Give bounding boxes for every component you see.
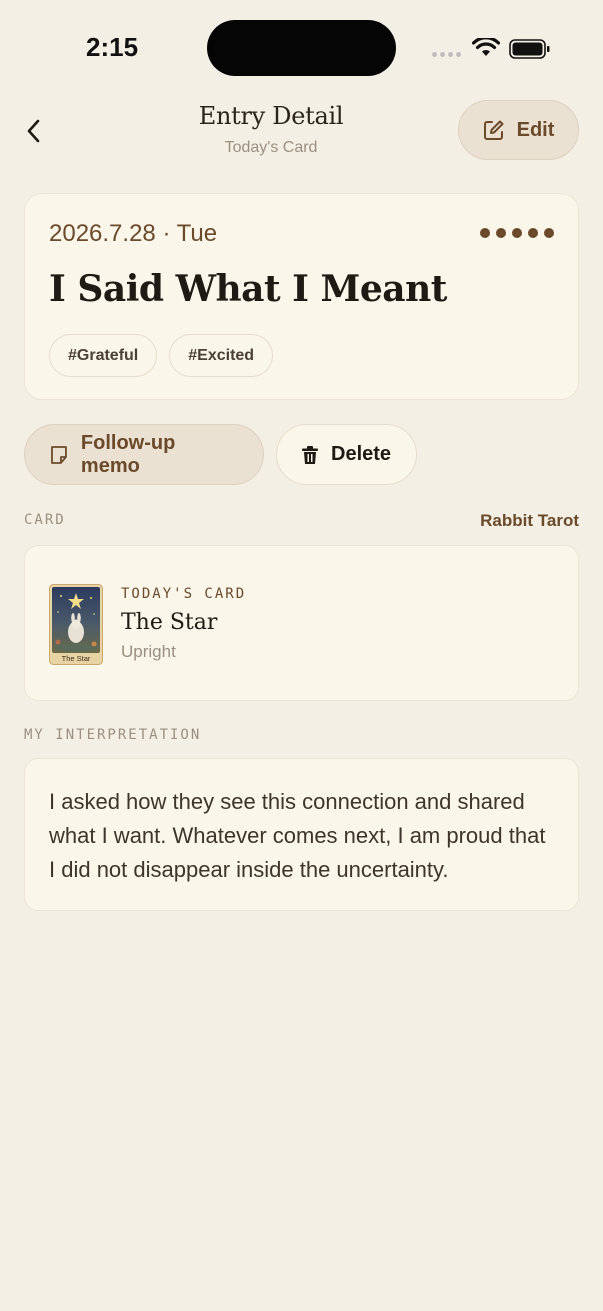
rating-dot xyxy=(528,228,538,238)
page-title: Entry Detail xyxy=(198,102,344,130)
rating-dot xyxy=(544,228,554,238)
delete-button[interactable]: Delete xyxy=(276,424,417,485)
rating-dot xyxy=(512,228,522,238)
edit-label: Edit xyxy=(516,118,555,141)
page-subtitle: Today's Card xyxy=(224,139,318,156)
edit-button[interactable]: Edit xyxy=(458,100,579,160)
tag-grateful[interactable]: #Grateful xyxy=(49,334,158,377)
card-orientation: Upright xyxy=(121,642,176,661)
card-section-label: CARD xyxy=(24,512,66,528)
dynamic-island xyxy=(207,20,396,76)
card-kicker: TODAY'S CARD xyxy=(121,586,247,602)
rating-dot xyxy=(480,228,490,238)
tarot-card-thumbnail xyxy=(49,584,103,665)
status-time: 2:15 xyxy=(86,32,139,62)
edit-icon xyxy=(483,120,504,140)
interpretation-section-label: MY INTERPRETATION xyxy=(24,727,202,743)
note-icon xyxy=(51,445,67,464)
follow-up-memo-button[interactable]: Follow-up memo xyxy=(24,424,264,485)
mood-rating xyxy=(480,228,554,238)
deck-link[interactable]: Rabbit Tarot xyxy=(480,511,579,531)
rating-dot xyxy=(496,228,506,238)
tag-list: #Grateful #Excited xyxy=(49,334,274,377)
card-name: The Star xyxy=(121,610,218,635)
tag-excited[interactable]: #Excited xyxy=(169,334,274,377)
entry-card: 2026.7.28 · Tue I Said What I Meant #Gra… xyxy=(24,193,579,400)
chevron-left-icon xyxy=(27,119,40,143)
back-button[interactable] xyxy=(18,114,48,148)
battery-icon xyxy=(509,39,550,59)
tarot-thumb-caption: The Star xyxy=(61,654,91,663)
entry-date: 2026.7.28 · Tue xyxy=(49,220,218,247)
status-bar: 2:15 xyxy=(0,0,603,96)
wifi-icon xyxy=(472,38,500,56)
card-panel[interactable]: The Star TODAY'S CARD The Star Upright xyxy=(24,545,579,701)
follow-up-memo-label: Follow-up memo xyxy=(80,431,176,477)
entry-title: I Said What I Meant xyxy=(49,268,447,310)
interpretation-text: I asked how they see this connection and… xyxy=(49,789,546,882)
cellular-signal-icon xyxy=(432,52,461,57)
interpretation-panel: I asked how they see this connection and… xyxy=(24,758,579,911)
action-row: Follow-up memo Delete xyxy=(24,424,417,485)
trash-icon xyxy=(302,445,318,464)
delete-label: Delete xyxy=(331,443,392,465)
